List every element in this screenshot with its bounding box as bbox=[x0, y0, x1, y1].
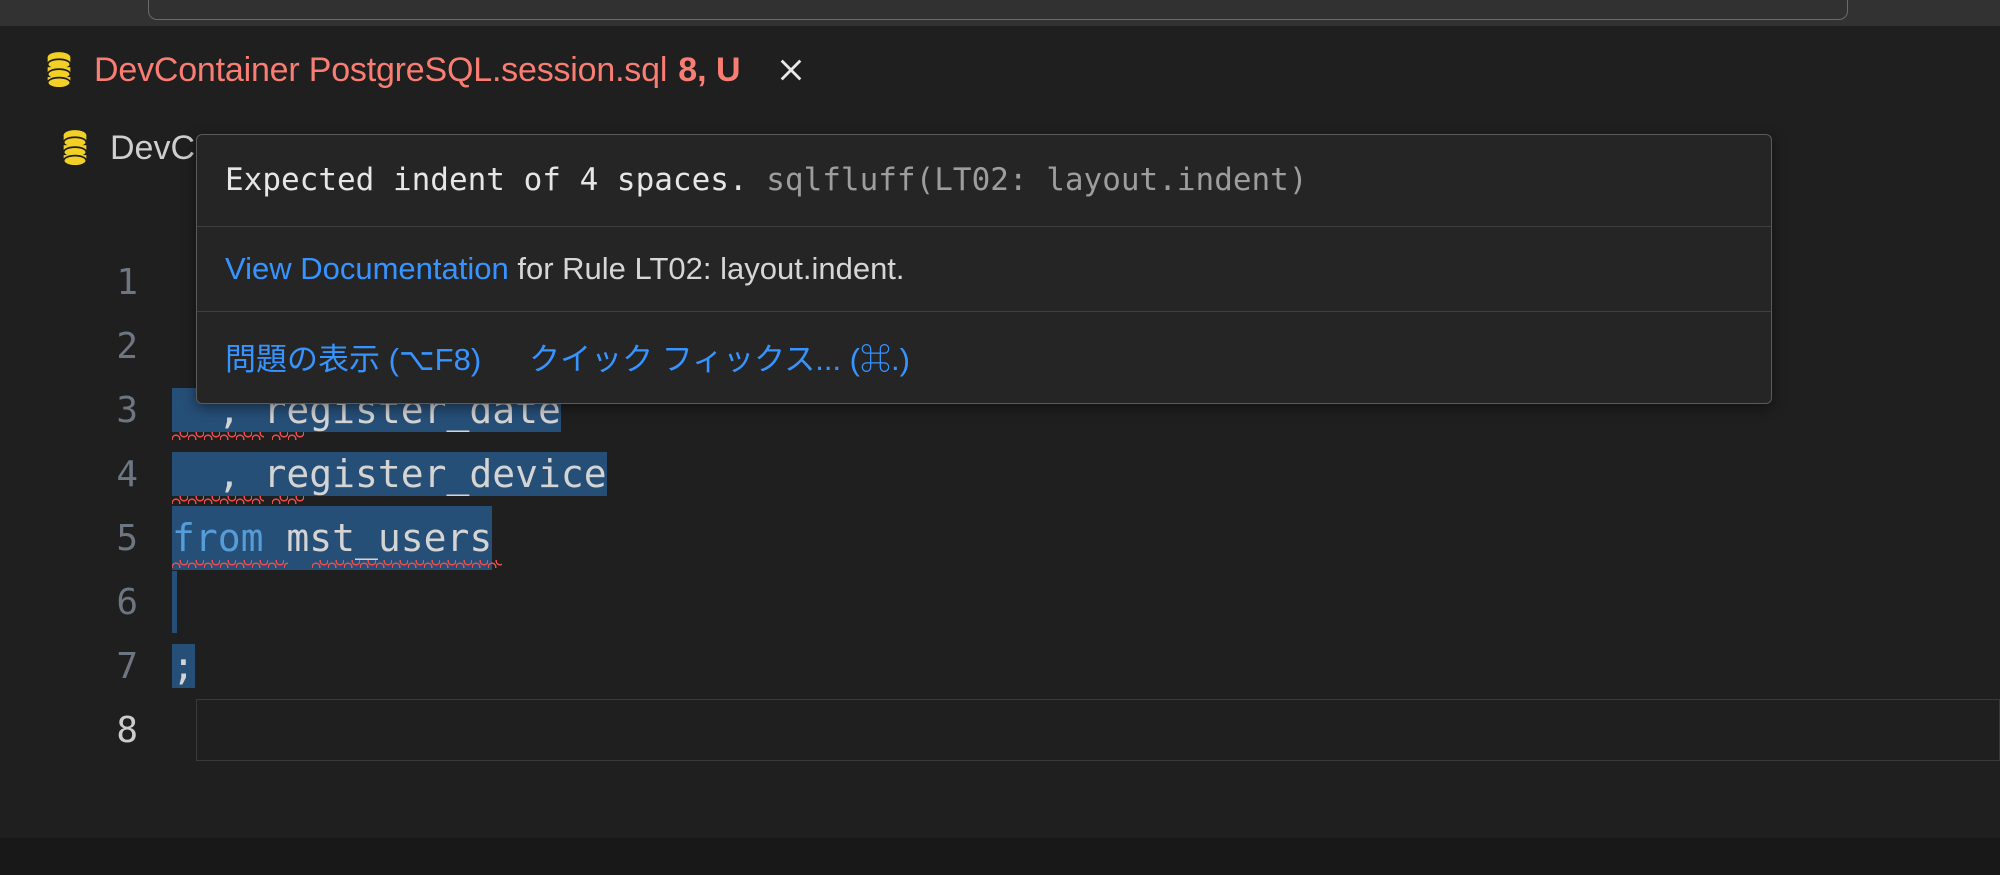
line-number: 6 bbox=[116, 581, 138, 623]
breadcrumb-position: 8, U bbox=[678, 50, 741, 89]
line-number: 1 bbox=[116, 261, 138, 303]
breadcrumb-secondary-label: DevC bbox=[110, 128, 196, 167]
code-line[interactable]: 6 bbox=[0, 570, 2000, 634]
titlebar-strip bbox=[0, 0, 2000, 26]
error-squiggle bbox=[172, 496, 264, 504]
error-squiggle bbox=[312, 560, 502, 568]
line-text: mst_users bbox=[263, 516, 493, 560]
line-number: 8 bbox=[116, 709, 138, 751]
line-number: 3 bbox=[116, 389, 138, 431]
error-squiggle bbox=[172, 560, 288, 568]
breadcrumb-secondary-item[interactable]: DevC bbox=[58, 128, 195, 168]
line-number: 7 bbox=[116, 645, 138, 687]
line-text: , register_device bbox=[172, 452, 607, 496]
breadcrumb-file-item[interactable]: DevContainer PostgreSQL.session.sql 8, U bbox=[42, 50, 811, 90]
database-icon bbox=[46, 52, 72, 89]
hover-message-row: Expected indent of 4 spaces. sqlfluff(LT… bbox=[197, 135, 1771, 226]
code-line[interactable]: 7 ; bbox=[0, 634, 2000, 698]
error-squiggle bbox=[272, 496, 304, 504]
error-squiggle bbox=[172, 432, 264, 440]
line-number: 4 bbox=[116, 453, 138, 495]
code-line[interactable]: 4 , register_device bbox=[0, 442, 2000, 506]
code-line[interactable]: 8 bbox=[0, 698, 2000, 762]
line-content[interactable]: , register_device bbox=[172, 442, 607, 506]
selection-marker bbox=[172, 571, 177, 633]
breadcrumb-file-label: DevContainer PostgreSQL.session.sql bbox=[94, 50, 668, 89]
hover-actions-row: 問題の表示 (⌥F8) クイック フィックス... (⌘.) bbox=[197, 312, 1771, 403]
editor-bottom-strip bbox=[0, 838, 2000, 875]
vscode-window: DevC DevContainer PostgreSQL.session.sql… bbox=[0, 0, 2000, 875]
show-problem-action[interactable]: 問題の表示 (⌥F8) bbox=[225, 334, 481, 379]
line-number: 2 bbox=[116, 325, 138, 367]
sql-keyword: from bbox=[172, 516, 264, 560]
close-icon[interactable] bbox=[771, 50, 811, 90]
hover-docs-row: View Documentation for Rule LT02: layout… bbox=[197, 227, 1771, 311]
quick-fix-action[interactable]: クイック フィックス... (⌘.) bbox=[529, 334, 910, 379]
hover-source: sqlfluff(LT02: layout.indent) bbox=[766, 162, 1308, 198]
database-icon bbox=[62, 130, 88, 167]
quick-input-box[interactable] bbox=[148, 0, 1848, 20]
hover-message: Expected indent of 4 spaces. bbox=[225, 162, 748, 198]
view-documentation-link[interactable]: View Documentation bbox=[225, 251, 509, 286]
line-content[interactable]: ; bbox=[172, 634, 195, 698]
line-content[interactable]: from mst_users bbox=[172, 506, 502, 570]
hover-docs-rest: for Rule LT02: layout.indent. bbox=[508, 250, 905, 286]
code-line[interactable]: 5 from mst_users bbox=[0, 506, 2000, 570]
line-number: 5 bbox=[116, 517, 138, 559]
line-content[interactable] bbox=[172, 570, 177, 634]
hover-tooltip[interactable]: Expected indent of 4 spaces. sqlfluff(LT… bbox=[196, 134, 1772, 404]
error-squiggle bbox=[272, 432, 304, 440]
breadcrumb[interactable]: DevContainer PostgreSQL.session.sql 8, U bbox=[0, 38, 811, 102]
breadcrumb-secondary[interactable]: DevC bbox=[0, 118, 195, 178]
line-text: ; bbox=[172, 644, 195, 688]
